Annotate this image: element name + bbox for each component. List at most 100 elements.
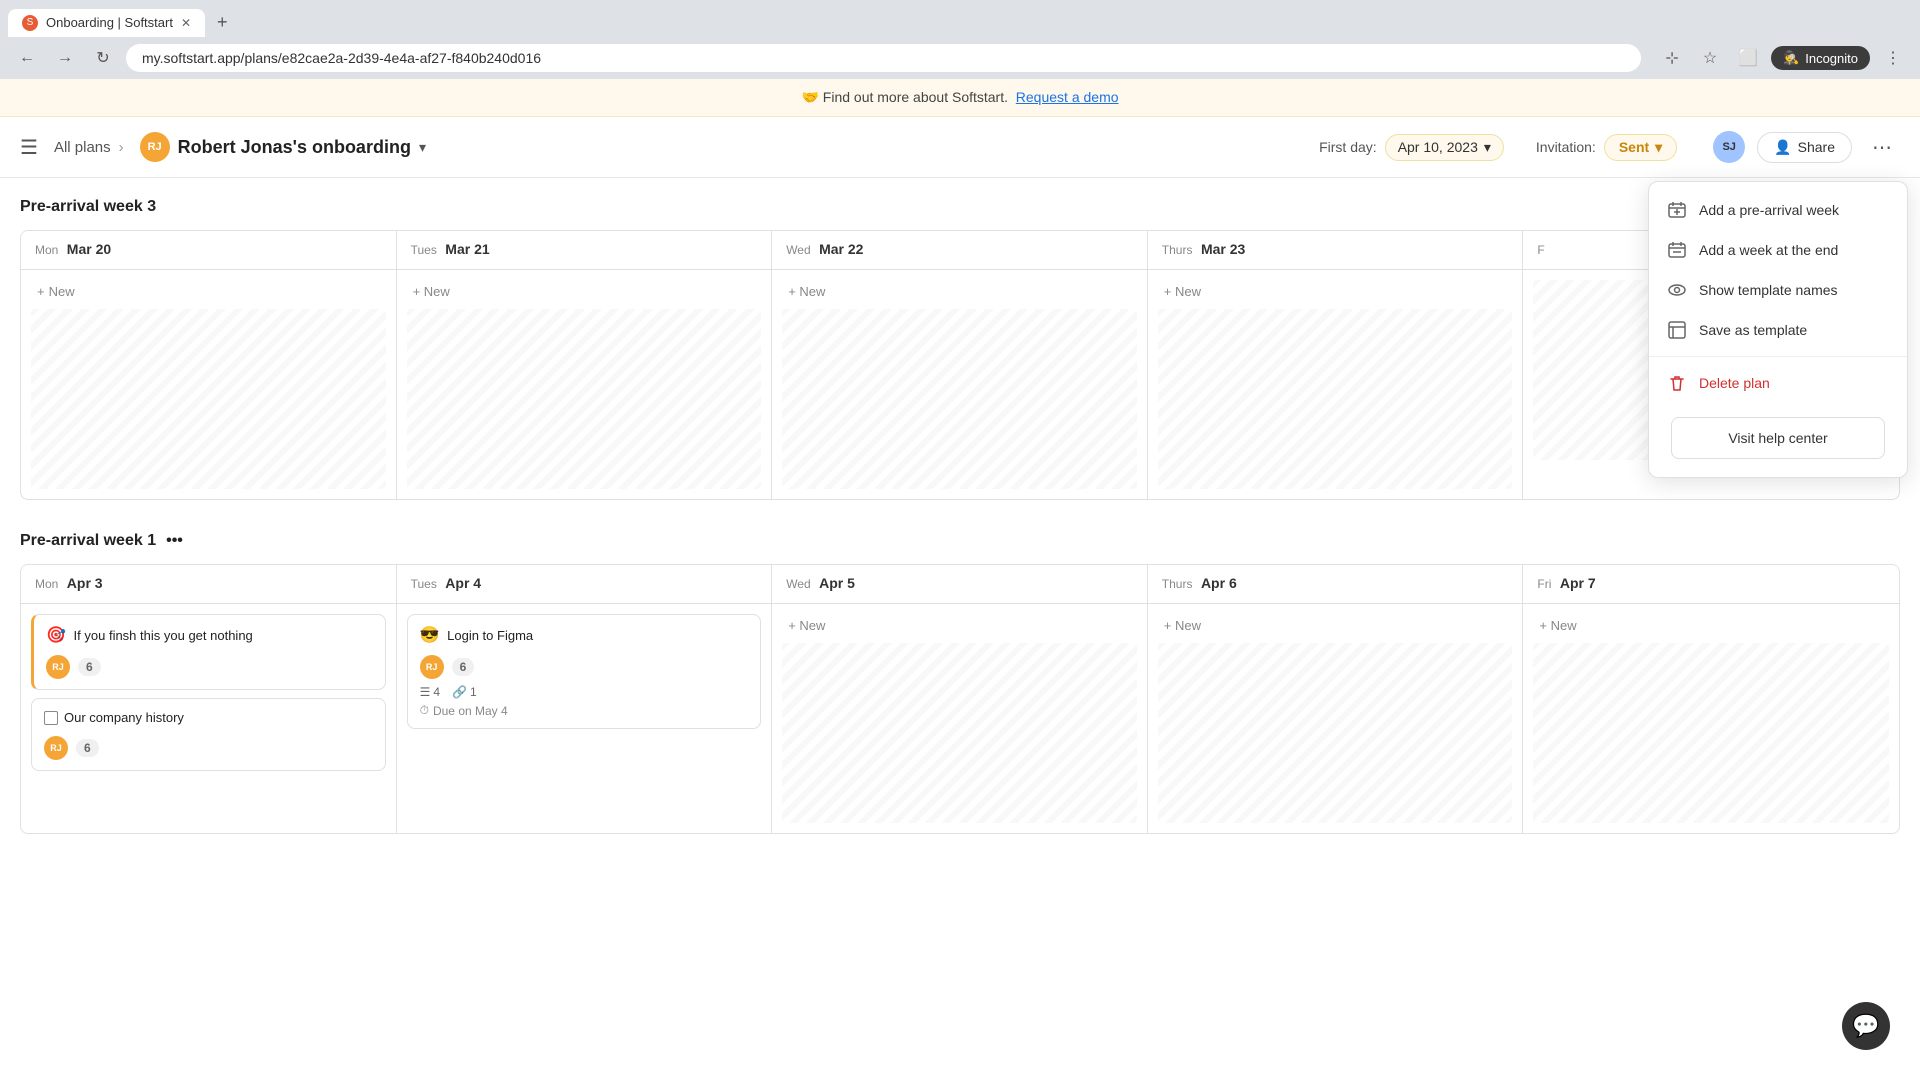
save-as-template-item[interactable]: Save as template: [1649, 310, 1907, 350]
pre-arrival-week-3-section: Pre-arrival week 3 Mon Mar 20 + New: [20, 198, 1900, 500]
new-tab-button[interactable]: +: [209, 8, 236, 37]
refresh-button[interactable]: ↻: [88, 43, 118, 73]
week1-day-1-body: 😎 Login to Figma RJ 6 ☰ 4: [397, 604, 772, 804]
first-day-picker[interactable]: Apr 10, 2023 ▾: [1385, 134, 1504, 161]
share-button[interactable]: 👤 Share: [1757, 132, 1852, 163]
task-title-text: If you finsh this you get nothing: [74, 628, 253, 643]
extension-icon-button[interactable]: ⬜: [1733, 43, 1763, 73]
week3-day-1-new-task-button[interactable]: + New: [407, 280, 456, 303]
week-1-options-button[interactable]: •••: [166, 532, 183, 550]
week3-day-3-body: + New: [1148, 270, 1523, 499]
week3-day-3-new-task-button[interactable]: + New: [1158, 280, 1207, 303]
task-card-meta: RJ 6: [46, 655, 373, 679]
all-plans-link[interactable]: All plans: [54, 139, 111, 156]
add-pre-arrival-week-item[interactable]: Add a pre-arrival week: [1649, 190, 1907, 230]
task-icon-target: 🎯: [46, 627, 66, 644]
week1-day-4: Fri Apr 7 + New: [1523, 565, 1899, 833]
week3-day-2-header: Wed Mar 22: [772, 231, 1147, 270]
company-history-count: 6: [76, 739, 99, 757]
week1-day-2-new-task-button[interactable]: + New: [782, 614, 831, 637]
clock-icon: ⏱: [420, 703, 429, 718]
week3-day-0-new-task-button[interactable]: + New: [31, 280, 81, 303]
task-card-company-history[interactable]: Our company history RJ 6: [31, 698, 386, 770]
week1-day-3-body: + New: [1148, 604, 1523, 833]
main-content: Pre-arrival week 3 Mon Mar 20 + New: [0, 178, 1920, 886]
delete-plan-label: Delete plan: [1699, 375, 1770, 391]
forward-button[interactable]: →: [50, 43, 80, 73]
bookmark-icon-button[interactable]: ☆: [1695, 43, 1725, 73]
company-history-meta: RJ 6: [44, 736, 373, 760]
back-button[interactable]: ←: [12, 43, 42, 73]
more-browser-button[interactable]: ⋮: [1878, 43, 1908, 73]
chat-button[interactable]: 💬: [1842, 1002, 1890, 1050]
week1-day-3-new-task-button[interactable]: + New: [1158, 614, 1207, 637]
plan-title-chevron[interactable]: ▾: [419, 139, 426, 156]
invitation-status: Sent: [1619, 139, 1649, 155]
week3-day-3-header: Thurs Mar 23: [1148, 231, 1523, 270]
login-figma-count: 6: [452, 658, 475, 676]
week1-day-2-striped: [782, 643, 1137, 823]
week-3-calendar-grid: Mon Mar 20 + New Tues Mar 21: [20, 230, 1900, 500]
week3-day-2-body: + New: [772, 270, 1147, 499]
company-history-avatar: RJ: [44, 736, 68, 760]
more-options-button[interactable]: ⋯: [1864, 129, 1900, 165]
due-date: ⏱ Due on May 4: [420, 703, 749, 718]
task-card-get-nothing[interactable]: 🎯 If you finsh this you get nothing RJ 6: [31, 614, 386, 690]
visit-help-center-button[interactable]: Visit help center: [1671, 417, 1885, 459]
hamburger-button[interactable]: ☰: [20, 135, 38, 160]
delete-plan-item[interactable]: Delete plan: [1649, 363, 1907, 403]
week1-day-3: Thurs Apr 6 + New: [1148, 565, 1524, 833]
invitation-label: Invitation:: [1536, 139, 1596, 155]
share-icon: 👤: [1774, 139, 1791, 156]
week3-day-1: Tues Mar 21 + New: [397, 231, 773, 499]
add-week-at-end-item[interactable]: Add a week at the end: [1649, 230, 1907, 270]
due-date-text: Due on May 4: [433, 704, 508, 718]
week1-day-0-body: 🎯 If you finsh this you get nothing RJ 6: [21, 604, 396, 804]
address-input[interactable]: [126, 44, 1641, 72]
week1-day-0-date: Apr 3: [67, 575, 103, 591]
login-figma-text: Login to Figma: [447, 628, 533, 643]
first-day-area: First day: Apr 10, 2023 ▾: [1319, 134, 1504, 161]
task-card-login-figma[interactable]: 😎 Login to Figma RJ 6 ☰ 4: [407, 614, 762, 729]
week3-day-2: Wed Mar 22 + New: [772, 231, 1148, 499]
week3-day-4-name: F: [1537, 243, 1544, 257]
tab-close-button[interactable]: ✕: [181, 16, 191, 30]
browser-chrome: S Onboarding | Softstart ✕ + ← → ↻ ⊹ ☆ ⬜…: [0, 0, 1920, 79]
add-week-at-end-label: Add a week at the end: [1699, 242, 1838, 258]
login-figma-avatar: RJ: [420, 655, 444, 679]
save-as-template-label: Save as template: [1699, 322, 1807, 338]
invitation-status-pill[interactable]: Sent ▾: [1604, 134, 1677, 161]
help-center-container: Visit help center: [1649, 403, 1907, 469]
sent-chevron-icon: ▾: [1655, 139, 1662, 156]
week3-day-1-striped: [407, 309, 762, 489]
chat-icon: 💬: [1852, 1013, 1879, 1039]
week3-day-0-body: + New: [21, 270, 396, 499]
request-demo-link[interactable]: Request a demo: [1016, 89, 1119, 105]
menu-divider: [1649, 356, 1907, 357]
week3-day-0-date: Mar 20: [67, 241, 111, 257]
week3-day-1-date: Mar 21: [445, 241, 489, 257]
week-3-header: Pre-arrival week 3: [20, 198, 1900, 216]
tab-bar: S Onboarding | Softstart ✕ +: [0, 0, 1920, 37]
week3-day-3-name: Thurs: [1162, 243, 1193, 257]
address-bar-row: ← → ↻ ⊹ ☆ ⬜ 🕵 Incognito ⋮: [0, 37, 1920, 79]
week3-day-2-new-task-button[interactable]: + New: [782, 280, 831, 303]
active-tab[interactable]: S Onboarding | Softstart ✕: [8, 9, 205, 37]
incognito-badge[interactable]: 🕵 Incognito: [1771, 46, 1870, 70]
avatar-rj: RJ: [140, 132, 170, 162]
task-assignee-avatar-rj: RJ: [46, 655, 70, 679]
week1-day-2: Wed Apr 5 + New: [772, 565, 1148, 833]
link-icon: 🔗: [452, 685, 467, 699]
week1-day-2-body: + New: [772, 604, 1147, 833]
week1-day-4-new-task-button[interactable]: + New: [1533, 614, 1582, 637]
week1-day-3-header: Thurs Apr 6: [1148, 565, 1523, 604]
date-chevron-icon: ▾: [1484, 139, 1491, 156]
plan-title-area: RJ Robert Jonas's onboarding ▾: [140, 132, 426, 162]
show-template-names-item[interactable]: Show template names: [1649, 270, 1907, 310]
cast-icon-button[interactable]: ⊹: [1657, 43, 1687, 73]
week1-day-4-date: Apr 7: [1560, 575, 1596, 591]
week3-day-0: Mon Mar 20 + New: [21, 231, 397, 499]
week1-day-0: Mon Apr 3 🎯 If you finsh this you get no…: [21, 565, 397, 833]
week1-day-4-striped: [1533, 643, 1889, 823]
week3-day-2-date: Mar 22: [819, 241, 863, 257]
